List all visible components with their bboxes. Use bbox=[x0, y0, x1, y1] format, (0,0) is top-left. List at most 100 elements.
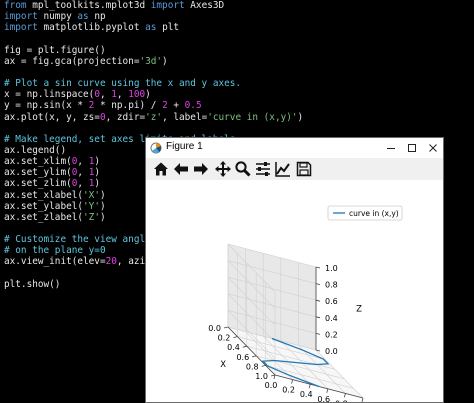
code-line: ax.set_ylabel('Y') bbox=[4, 201, 106, 212]
code-line: plt.show() bbox=[4, 279, 60, 290]
code-token: 'Z' bbox=[83, 211, 100, 223]
y-tick-label: 0.6 bbox=[317, 395, 330, 402]
window-title: Figure 1 bbox=[166, 141, 203, 152]
code-line: ax.set_ylim(0, 1) bbox=[4, 167, 100, 178]
code-token: # Customize the view angle. bbox=[4, 234, 157, 246]
code-token: 100 bbox=[128, 89, 146, 101]
x-tick-label: 0.4 bbox=[227, 343, 240, 352]
zoom-icon[interactable] bbox=[234, 160, 252, 178]
y-tick bbox=[361, 397, 364, 402]
z-tick bbox=[315, 283, 321, 285]
code-token: ax.set_ylim( bbox=[4, 167, 72, 179]
code-token: import bbox=[4, 22, 38, 34]
code-token: , bbox=[99, 89, 112, 101]
code-token: ax.plot(x, y, zs= bbox=[4, 111, 100, 123]
code-token: 'z' bbox=[145, 111, 163, 123]
code-token: ) bbox=[297, 111, 304, 123]
code-line: ax.set_zlim(0, 1) bbox=[4, 178, 100, 189]
code-token: ax.set_zlabel( bbox=[4, 211, 84, 223]
code-token: , zdir= bbox=[105, 111, 146, 123]
x-tick-label: 0.8 bbox=[246, 362, 259, 371]
close-icon[interactable] bbox=[425, 140, 441, 156]
z-tick-label: 0.0 bbox=[325, 347, 338, 356]
code-token: mpl_toolkits.mplot3d bbox=[26, 0, 151, 11]
code-token: ) bbox=[99, 200, 106, 212]
back-arrow-icon[interactable] bbox=[172, 160, 190, 178]
x-tick bbox=[233, 336, 238, 338]
subplots-config-icon[interactable] bbox=[254, 160, 272, 178]
code-token: Axes3D bbox=[184, 0, 225, 11]
code-token: y = np.sin(x * bbox=[4, 100, 89, 112]
title-bar[interactable]: Figure 1 bbox=[146, 138, 443, 158]
pan-icon[interactable] bbox=[214, 160, 232, 178]
code-line: # on the plane y=0 bbox=[4, 245, 106, 256]
code-token: , label= bbox=[162, 111, 208, 123]
code-line: import numpy as np bbox=[4, 11, 106, 22]
code-token: 'Y' bbox=[83, 200, 100, 212]
code-token: 0.5 bbox=[184, 100, 202, 112]
z-tick-label: 1.0 bbox=[325, 264, 338, 273]
x-tick bbox=[223, 326, 229, 329]
y-tick-label: 0.8 bbox=[335, 399, 348, 402]
code-token: + bbox=[167, 100, 185, 112]
code-token: # on the plane y=0 bbox=[4, 245, 106, 257]
forward-arrow-icon[interactable] bbox=[192, 160, 210, 178]
code-line: # Plot a sin curve using the x and y axe… bbox=[4, 78, 241, 89]
code-token: ax.set_xlim( bbox=[4, 156, 72, 168]
code-token: as bbox=[77, 11, 89, 23]
code-token: ) bbox=[99, 189, 106, 201]
code-line: ax.set_xlabel('X') bbox=[4, 190, 106, 201]
z-tick-label: 0.2 bbox=[325, 330, 338, 339]
x-tick bbox=[261, 365, 266, 367]
code-token: plt.show() bbox=[4, 278, 61, 290]
y-tick bbox=[344, 393, 346, 398]
y-tick-label: 0.2 bbox=[282, 386, 295, 395]
legend-label: curve in (x,y) bbox=[349, 209, 399, 218]
code-token: , bbox=[116, 89, 129, 101]
code-token: ax.legend() bbox=[4, 144, 67, 156]
y-tick bbox=[326, 388, 329, 393]
code-token: import bbox=[4, 11, 38, 23]
code-line: y = np.sin(x * 2 * np.pi) / 2 + 0.5 bbox=[4, 100, 202, 111]
code-token: ) bbox=[99, 211, 106, 223]
x-tick-label: 1.0 bbox=[255, 372, 268, 381]
code-line: from mpl_toolkits.mplot3d import Axes3D bbox=[4, 0, 224, 11]
code-token: from bbox=[4, 0, 27, 11]
plot-canvas[interactable]: 0.00.20.40.60.81.00.00.20.40.60.81.00.00… bbox=[146, 180, 443, 402]
y-tick bbox=[291, 379, 293, 384]
code-token: ax.view_init(elev= bbox=[4, 256, 106, 268]
code-token: 'X' bbox=[83, 189, 100, 201]
code-token: ) bbox=[94, 178, 100, 190]
code-line: import matplotlib.pyplot as plt bbox=[4, 22, 179, 33]
x-tick-label: 0.2 bbox=[218, 334, 231, 343]
code-line: ax = fig.gca(projection='3d') bbox=[4, 56, 168, 67]
z-tick-label: 0.4 bbox=[325, 314, 338, 323]
z-axis-label: Z bbox=[356, 305, 362, 315]
code-line: fig = plt.figure() bbox=[4, 45, 106, 56]
code-line: ax.set_xlim(0, 1) bbox=[4, 156, 100, 167]
home-icon[interactable] bbox=[152, 160, 170, 178]
code-line: ax.set_zlabel('Z') bbox=[4, 212, 106, 223]
save-icon[interactable] bbox=[295, 160, 313, 178]
minimize-icon[interactable] bbox=[383, 140, 399, 156]
code-token: x = np.linspace( bbox=[4, 89, 95, 101]
z-tick-label: 0.8 bbox=[325, 281, 338, 290]
code-line: ax.plot(x, y, zs=0, zdir='z', label='cur… bbox=[4, 112, 303, 123]
z-tick bbox=[315, 266, 321, 269]
figure-window[interactable]: Figure 1 0.0 0.2 0.4 0.6 0.8 1.0 0.0 0.2… bbox=[145, 137, 444, 403]
z-tick bbox=[315, 316, 321, 319]
edit-axes-icon[interactable] bbox=[274, 160, 292, 178]
code-token: , bbox=[77, 178, 89, 190]
navigation-toolbar bbox=[146, 158, 443, 180]
maximize-icon[interactable] bbox=[404, 140, 420, 156]
code-token: * np.pi) / bbox=[94, 100, 163, 112]
code-token: 20 bbox=[105, 256, 117, 268]
x-tick-label: 0.6 bbox=[236, 353, 249, 362]
code-token: ) bbox=[162, 55, 168, 67]
code-token: import bbox=[150, 0, 185, 11]
matplotlib-logo-icon bbox=[150, 142, 162, 154]
code-token: '3d' bbox=[139, 55, 163, 67]
z-tick-label: 0.6 bbox=[325, 297, 338, 306]
code-token: plt bbox=[156, 22, 179, 34]
code-token: 'curve in (x,y)' bbox=[207, 111, 298, 123]
